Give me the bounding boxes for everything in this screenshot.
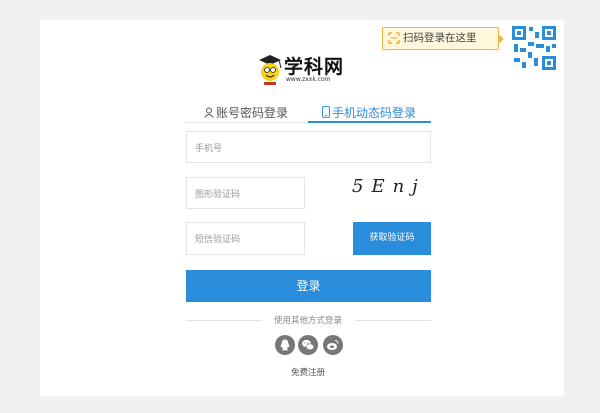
qr-login-tip[interactable]: 扫码登录在这里 xyxy=(382,27,504,50)
logo-url: www.zxxk.com xyxy=(286,76,331,83)
active-tab-underline xyxy=(308,121,431,123)
logo-mascot-icon xyxy=(259,55,282,85)
login-button[interactable]: 登录 xyxy=(186,270,431,302)
tab-account-password[interactable]: 账号密码登录 xyxy=(204,106,288,123)
tab-account-label: 账号密码登录 xyxy=(216,106,289,120)
user-icon xyxy=(204,107,214,118)
qq-icon xyxy=(280,339,290,351)
divider-right xyxy=(355,320,431,321)
mobile-phone-icon xyxy=(322,106,330,118)
other-login-label: 使用其他方式登录 xyxy=(274,316,343,326)
qr-tip-text: 扫码登录在这里 xyxy=(403,32,477,44)
logo-name: 学科网 xyxy=(284,56,345,78)
scan-icon xyxy=(388,32,400,44)
captcha-image[interactable]: 5Enj xyxy=(352,176,432,198)
image-captcha-input[interactable]: 图形验证码 xyxy=(186,177,305,209)
captcha-placeholder: 图形验证码 xyxy=(195,189,241,200)
divider-left xyxy=(186,320,262,321)
qq-login-button[interactable] xyxy=(275,335,295,355)
phone-input[interactable]: 手机号 xyxy=(186,131,431,163)
tab-mobile-label: 手机动态码登录 xyxy=(332,106,417,120)
weibo-icon xyxy=(327,340,339,350)
login-tabs: 账号密码登录 手机动态码登录 xyxy=(186,106,431,123)
free-register-link[interactable]: 免费注册 xyxy=(291,366,325,378)
weibo-login-button[interactable] xyxy=(323,335,343,355)
get-sms-code-button[interactable]: 获取验证码 xyxy=(353,222,431,255)
wechat-icon xyxy=(302,339,315,351)
phone-placeholder: 手机号 xyxy=(195,143,223,154)
wechat-login-button[interactable] xyxy=(298,335,318,355)
sms-placeholder: 短信验证码 xyxy=(195,235,241,245)
sms-code-input[interactable]: 短信验证码 xyxy=(186,222,305,255)
qr-code-icon[interactable] xyxy=(510,24,558,72)
